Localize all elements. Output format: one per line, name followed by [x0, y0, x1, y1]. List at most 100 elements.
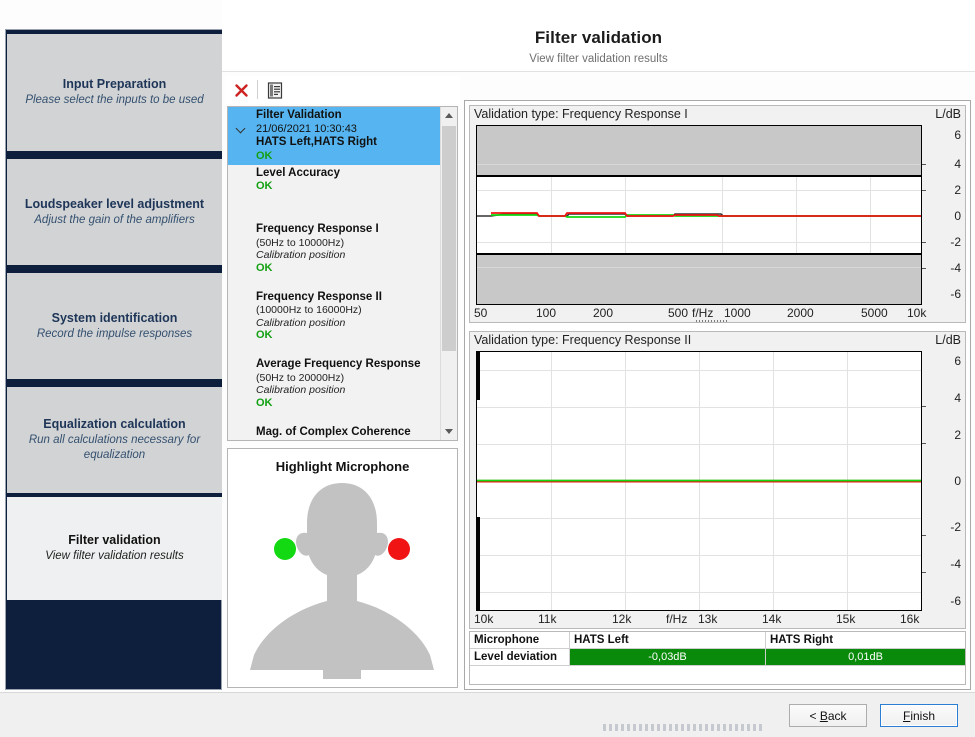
chart-1-ytick: -6	[950, 287, 961, 301]
page-header: Filter validation View filter validation…	[222, 0, 975, 72]
chart-1-axis-grip[interactable]	[696, 320, 728, 322]
list-item[interactable]: Average Frequency Response (50Hz to 2000…	[228, 356, 441, 412]
chart-1-xtick: 5000	[861, 306, 888, 320]
results-toolbar	[225, 76, 460, 104]
list-item[interactable]: Frequency Response II (10000Hz to 16000H…	[228, 289, 441, 345]
sidebar-step-filter-validation[interactable]: Filter validation View filter validation…	[7, 497, 222, 600]
table-header-row: Microphone HATS Left HATS Right	[470, 632, 965, 649]
list-item[interactable]: Mag. of Complex Coherence (100Hz to 1000…	[228, 424, 441, 441]
list-item-root[interactable]: Filter Validation 21/06/2021 10:30:43 HA…	[228, 107, 441, 165]
table-header-hats-left: HATS Left	[570, 632, 766, 649]
list-item-title: Level Accuracy	[256, 166, 340, 179]
chart-1-xtick: 100	[536, 306, 557, 320]
right-microphone-marker[interactable]	[388, 538, 410, 560]
chart-1-ytick: 4	[954, 157, 961, 171]
wizard-step-sidebar: Input Preparation Please select the inpu…	[5, 29, 222, 690]
chart-1-xtick: 200	[593, 306, 614, 320]
report-document-icon	[267, 81, 283, 99]
chart-2-ytick: -4	[950, 557, 961, 571]
chart-2-ytick: -6	[950, 594, 961, 608]
head-torso-diagram	[250, 483, 434, 679]
validation-charts-panel: Validation type: Frequency Response I L/…	[464, 100, 971, 690]
scroll-down-button[interactable]	[441, 423, 457, 440]
chart-2-xaxis-label: f/Hz	[666, 612, 688, 626]
report-button[interactable]	[263, 78, 287, 102]
chart-2-xtick: 16k	[900, 612, 920, 626]
list-item-range: (100Hz to 1000Hz)	[256, 439, 437, 440]
chart-1-ytick: 0	[954, 209, 961, 223]
list-item-timestamp: 21/06/2021 10:30:43	[256, 122, 357, 135]
chart-2-ytickmark	[922, 406, 926, 407]
list-item-title: Average Frequency Response	[256, 358, 421, 370]
chart-1-ytickmark	[922, 268, 926, 269]
list-item-title: Mag. of Complex Coherence	[256, 425, 411, 438]
sidebar-step-subtitle: View filter validation results	[45, 550, 184, 562]
chart-1-xtick: 2000	[787, 306, 814, 320]
sidebar-step-title: System identification	[51, 310, 178, 325]
chart-1-header: Validation type: Frequency Response I L/…	[470, 106, 965, 124]
sidebar-step-equalization-calculation[interactable]: Equalization calculation Run all calcula…	[7, 383, 222, 497]
chart-2-ylabel: L/dB	[935, 333, 961, 347]
list-item-microphones: HATS Left,HATS Right	[256, 136, 377, 148]
table-empty-row	[470, 666, 965, 682]
table-row-label: Level deviation	[470, 649, 570, 666]
sidebar-step-subtitle: Please select the inputs to be used	[25, 94, 204, 106]
chart-2-xtick: 13k	[698, 612, 718, 626]
results-list-scrollbar[interactable]	[440, 107, 457, 440]
chart-1-traces	[477, 212, 921, 218]
chart-1-ytick: 6	[954, 128, 961, 142]
sidebar-step-loudspeaker-level-adjustment[interactable]: Loudspeaker level adjustment Adjust the …	[7, 155, 222, 269]
chart-2-xtick: 14k	[762, 612, 782, 626]
toolbar-separator	[257, 80, 258, 99]
list-item[interactable]: Level Accuracy OK	[228, 165, 441, 196]
chevron-down-icon[interactable]	[237, 125, 246, 134]
chart-2-ytickmark	[922, 443, 926, 444]
sidebar-step-subtitle: Adjust the gain of the amplifiers	[34, 213, 195, 226]
list-item-position: Calibration position	[256, 316, 346, 329]
chart-1-plot-area	[476, 125, 922, 305]
chart-2-header: Validation type: Frequency Response II L…	[470, 332, 965, 350]
chart-1-xtick: 1000	[724, 306, 751, 320]
chart-1-ylabel: L/dB	[935, 107, 961, 121]
chart-1-ytickmark	[922, 164, 926, 165]
validation-results-list[interactable]: Filter Validation 21/06/2021 10:30:43 HA…	[227, 106, 458, 441]
chevron-up-icon	[445, 113, 453, 118]
list-item-status: OK	[256, 261, 273, 274]
back-button[interactable]: < Back	[789, 704, 867, 727]
page-title: Filter validation	[534, 28, 663, 47]
page-subtitle: View filter validation results	[529, 53, 668, 65]
header-divider	[222, 71, 975, 72]
list-item-range: (50Hz to 10000Hz)	[256, 236, 345, 249]
chart-2-ytick: 0	[954, 474, 961, 488]
chart-2-ytick: 2	[954, 428, 961, 442]
scroll-up-button[interactable]	[441, 107, 457, 124]
list-item-range: (10000Hz to 16000Hz)	[256, 304, 362, 316]
sidebar-step-title: Equalization calculation	[43, 417, 186, 431]
finish-button-label: Finish	[902, 708, 936, 723]
chart-1-ytick: -4	[950, 261, 961, 275]
chart-2-plot-area	[476, 351, 922, 611]
delete-button[interactable]	[229, 78, 253, 102]
sidebar-step-input-preparation[interactable]: Input Preparation Please select the inpu…	[7, 30, 222, 155]
chart-1-ytick: -2	[950, 235, 961, 249]
scrollbar-thumb[interactable]	[442, 126, 456, 351]
highlight-microphone-panel: Highlight Microphone	[227, 448, 458, 688]
chart-2-xtick: 15k	[836, 612, 856, 626]
chevron-down-icon	[445, 429, 453, 434]
table-cell-hats-right-value: 0,01dB	[766, 649, 965, 666]
finish-button[interactable]: Finish	[880, 704, 958, 727]
chart-2-ytick: 6	[954, 354, 961, 368]
sidebar-step-system-identification[interactable]: System identification Record the impulse…	[7, 269, 222, 383]
list-item-title: Frequency Response II	[256, 290, 382, 303]
table-cell-hats-left-value: -0,03dB	[570, 649, 766, 666]
list-item-range: (50Hz to 20000Hz)	[256, 371, 345, 384]
chart-2-xtick: 11k	[538, 612, 557, 626]
left-microphone-marker[interactable]	[274, 538, 296, 560]
list-item[interactable]: Frequency Response I (50Hz to 10000Hz) C…	[228, 221, 441, 277]
table-header-microphone: Microphone	[470, 632, 570, 649]
list-item-title: Frequency Response I	[256, 223, 379, 235]
back-button-label: < Back	[809, 708, 847, 723]
list-item-status: OK	[256, 329, 273, 341]
